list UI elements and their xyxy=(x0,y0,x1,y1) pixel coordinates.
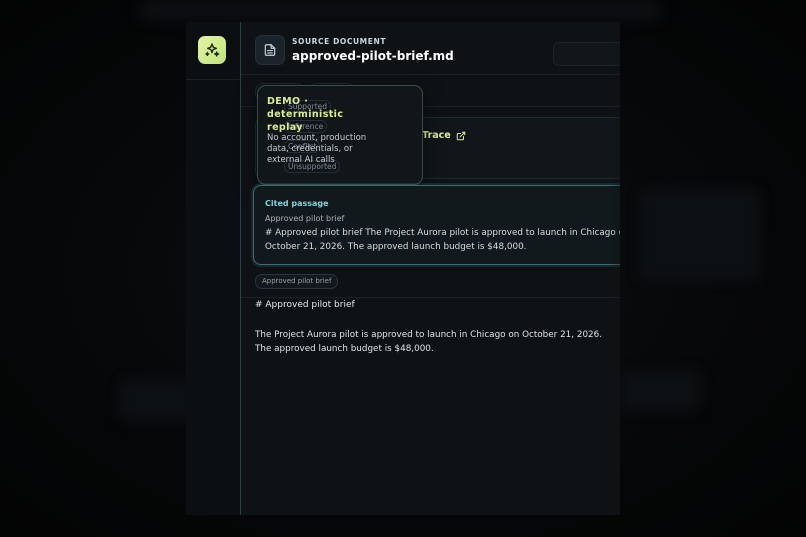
source-chip[interactable]: Approved pilot brief xyxy=(255,274,339,289)
cited-source-name: Approved pilot brief xyxy=(265,214,345,223)
document-heading: # Approved pilot brief xyxy=(255,300,355,310)
source-document-panel: SOURCE DOCUMENT approved-pilot-brief.md … xyxy=(240,22,620,515)
document-line: The Project Aurora pilot is approved to … xyxy=(255,330,603,340)
demo-popover: Supported Inference Conflict Unsupported… xyxy=(257,85,423,185)
app-logo[interactable] xyxy=(198,36,226,64)
document-title: approved-pilot-brief.md xyxy=(292,49,454,63)
background-ghost xyxy=(620,370,700,410)
document-icon-box xyxy=(255,35,285,65)
document-icon xyxy=(264,44,276,56)
document-line: The approved launch budget is $48,000. xyxy=(255,344,434,354)
header-eyebrow: SOURCE DOCUMENT xyxy=(292,37,387,46)
external-link-icon xyxy=(456,131,465,140)
cited-passage-label: Cited passage xyxy=(265,199,329,208)
cited-passage-card[interactable]: Cited passage Approved pilot brief # App… xyxy=(253,185,620,265)
document-body: The Project Aurora pilot is approved to … xyxy=(255,328,615,356)
background-ghost xyxy=(640,190,760,280)
cited-passage-text: # Approved pilot brief The Project Auror… xyxy=(265,228,620,252)
rail-divider xyxy=(186,79,240,80)
panel-header: SOURCE DOCUMENT approved-pilot-brief.md xyxy=(241,22,620,75)
document-divider xyxy=(241,297,620,298)
demo-description: No account, production data, credentials… xyxy=(267,133,367,165)
background-ghost xyxy=(140,0,660,20)
sparkle-icon xyxy=(205,43,220,57)
sidebar-rail xyxy=(186,22,241,515)
stage: SOURCE DOCUMENT approved-pilot-brief.md … xyxy=(0,0,806,537)
demo-title: DEMO · deterministic replay xyxy=(267,96,344,133)
app-window: SOURCE DOCUMENT approved-pilot-brief.md … xyxy=(186,22,620,515)
background-button xyxy=(553,42,620,66)
